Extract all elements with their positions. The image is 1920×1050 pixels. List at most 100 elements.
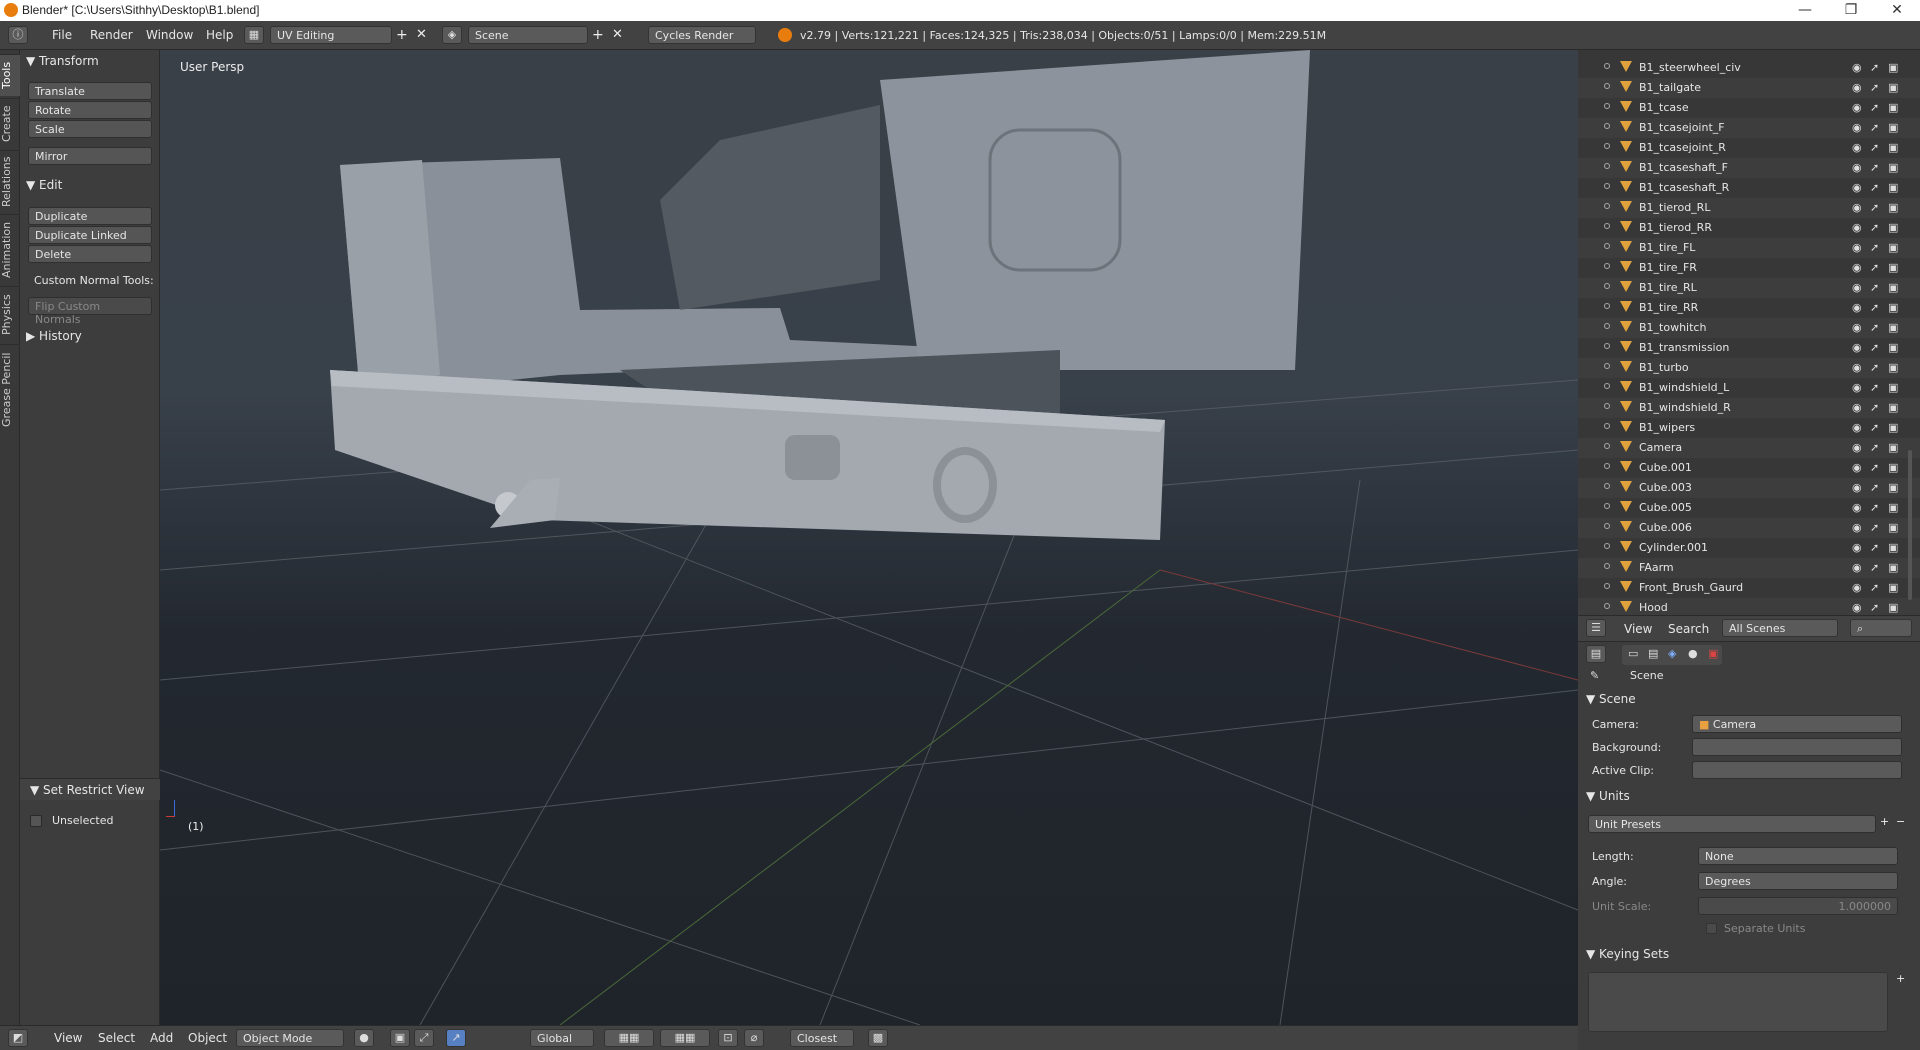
- unit-presets-dropdown[interactable]: Unit Presets: [1588, 815, 1876, 833]
- outliner-menu-view[interactable]: View: [1624, 622, 1652, 636]
- outliner-item[interactable]: B1_tcasejoint_R ◉ ➚ ▣: [1578, 138, 1920, 158]
- render-camera-icon[interactable]: ▣: [1888, 361, 1898, 374]
- separate-units-checkbox[interactable]: [1706, 923, 1717, 934]
- outliner-filter-dropdown[interactable]: All Scenes: [1722, 619, 1838, 637]
- menu-select[interactable]: Select: [98, 1031, 135, 1045]
- expand-toggle-icon[interactable]: [1604, 383, 1610, 389]
- visibility-eye-icon[interactable]: ◉: [1852, 541, 1862, 554]
- add-keying-set-button[interactable]: +: [1896, 972, 1905, 985]
- visibility-eye-icon[interactable]: ◉: [1852, 461, 1862, 474]
- expand-toggle-icon[interactable]: [1604, 203, 1610, 209]
- expand-toggle-icon[interactable]: [1604, 163, 1610, 169]
- expand-toggle-icon[interactable]: [1604, 83, 1610, 89]
- visibility-eye-icon[interactable]: ◉: [1852, 401, 1862, 414]
- layers-2-icon[interactable]: ▦▦: [660, 1029, 710, 1047]
- transform-panel-header[interactable]: ▼ Transform: [26, 54, 99, 68]
- render-camera-icon[interactable]: ▣: [1888, 541, 1898, 554]
- selectable-cursor-icon[interactable]: ➚: [1870, 461, 1879, 474]
- expand-toggle-icon[interactable]: [1604, 363, 1610, 369]
- visibility-eye-icon[interactable]: ◉: [1852, 281, 1862, 294]
- expand-toggle-icon[interactable]: [1604, 543, 1610, 549]
- outliner-item[interactable]: B1_tire_RR ◉ ➚ ▣: [1578, 298, 1920, 318]
- edit-panel-header[interactable]: ▼ Edit: [26, 178, 62, 192]
- tab-create[interactable]: Create: [0, 98, 20, 148]
- selectable-cursor-icon[interactable]: ➚: [1870, 341, 1879, 354]
- outliner-item[interactable]: B1_tailgate ◉ ➚ ▣: [1578, 78, 1920, 98]
- visibility-eye-icon[interactable]: ◉: [1852, 301, 1862, 314]
- outliner-item[interactable]: B1_turbo ◉ ➚ ▣: [1578, 358, 1920, 378]
- expand-toggle-icon[interactable]: [1604, 303, 1610, 309]
- object-tab-icon[interactable]: ▣: [1708, 647, 1718, 660]
- tab-relations[interactable]: Relations: [0, 150, 20, 212]
- outliner-item[interactable]: B1_windshield_L ◉ ➚ ▣: [1578, 378, 1920, 398]
- outliner-scrollbar[interactable]: [1908, 450, 1912, 600]
- opengl-render-icon[interactable]: ▩: [868, 1029, 888, 1047]
- render-camera-icon[interactable]: ▣: [1888, 161, 1898, 174]
- render-camera-icon[interactable]: ▣: [1888, 281, 1898, 294]
- units-panel-header[interactable]: ▼ Units: [1586, 789, 1912, 809]
- render-camera-icon[interactable]: ▣: [1888, 181, 1898, 194]
- render-camera-icon[interactable]: ▣: [1888, 321, 1898, 334]
- render-tab-icon[interactable]: ▭: [1628, 647, 1638, 660]
- selectable-cursor-icon[interactable]: ➚: [1870, 81, 1879, 94]
- outliner-item[interactable]: Front_Brush_Gaurd ◉ ➚ ▣: [1578, 578, 1920, 598]
- expand-toggle-icon[interactable]: [1604, 483, 1610, 489]
- camera-field[interactable]: ■ Camera: [1692, 715, 1902, 733]
- render-camera-icon[interactable]: ▣: [1888, 461, 1898, 474]
- render-camera-icon[interactable]: ▣: [1888, 581, 1898, 594]
- visibility-eye-icon[interactable]: ◉: [1852, 521, 1862, 534]
- outliner-item[interactable]: B1_steerwheel_civ ◉ ➚ ▣: [1578, 58, 1920, 78]
- editor-type-outliner-icon[interactable]: ☰: [1586, 619, 1606, 637]
- layers-tab-icon[interactable]: ▤: [1648, 647, 1658, 660]
- visibility-eye-icon[interactable]: ◉: [1852, 341, 1862, 354]
- render-camera-icon[interactable]: ▣: [1888, 481, 1898, 494]
- outliner-item[interactable]: B1_tcaseshaft_R ◉ ➚ ▣: [1578, 178, 1920, 198]
- selectable-cursor-icon[interactable]: ➚: [1870, 481, 1879, 494]
- selectable-cursor-icon[interactable]: ➚: [1870, 261, 1879, 274]
- outliner-item[interactable]: B1_tcase ◉ ➚ ▣: [1578, 98, 1920, 118]
- expand-toggle-icon[interactable]: [1604, 603, 1610, 609]
- expand-toggle-icon[interactable]: [1604, 263, 1610, 269]
- tab-grease-pencil[interactable]: Grease Pencil: [0, 344, 20, 434]
- outliner-item[interactable]: B1_tcaseshaft_F ◉ ➚ ▣: [1578, 158, 1920, 178]
- delete-screen-button[interactable]: ✕: [416, 27, 427, 42]
- expand-toggle-icon[interactable]: [1604, 423, 1610, 429]
- mode-dropdown[interactable]: Object Mode: [236, 1029, 344, 1047]
- visibility-eye-icon[interactable]: ◉: [1852, 361, 1862, 374]
- world-tab-icon[interactable]: ●: [1688, 647, 1698, 660]
- 3d-viewport[interactable]: User Persp (1): [160, 50, 1578, 1025]
- keying-sets-header[interactable]: ▼ Keying Sets: [1586, 947, 1912, 967]
- selectable-cursor-icon[interactable]: ➚: [1870, 441, 1879, 454]
- expand-toggle-icon[interactable]: [1604, 283, 1610, 289]
- render-camera-icon[interactable]: ▣: [1888, 141, 1898, 154]
- tab-animation[interactable]: Animation: [0, 214, 20, 284]
- outliner-search-field[interactable]: ⌕: [1850, 619, 1912, 637]
- outliner-item[interactable]: B1_tire_RL ◉ ➚ ▣: [1578, 278, 1920, 298]
- pivot-icon[interactable]: ▣: [390, 1029, 410, 1047]
- selectable-cursor-icon[interactable]: ➚: [1870, 361, 1879, 374]
- layers-icon[interactable]: ▦▦: [604, 1029, 654, 1047]
- visibility-eye-icon[interactable]: ◉: [1852, 161, 1862, 174]
- delete-button[interactable]: Delete: [28, 245, 152, 263]
- selectable-cursor-icon[interactable]: ➚: [1870, 401, 1879, 414]
- expand-toggle-icon[interactable]: [1604, 323, 1610, 329]
- visibility-eye-icon[interactable]: ◉: [1852, 221, 1862, 234]
- visibility-eye-icon[interactable]: ◉: [1852, 581, 1862, 594]
- render-camera-icon[interactable]: ▣: [1888, 301, 1898, 314]
- expand-toggle-icon[interactable]: [1604, 463, 1610, 469]
- render-camera-icon[interactable]: ▣: [1888, 261, 1898, 274]
- unselected-checkbox[interactable]: [30, 815, 42, 827]
- restrict-view-header[interactable]: ▼ Set Restrict View: [20, 778, 160, 800]
- expand-toggle-icon[interactable]: [1604, 443, 1610, 449]
- screen-layout-field[interactable]: UV Editing: [270, 26, 392, 44]
- selectable-cursor-icon[interactable]: ➚: [1870, 221, 1879, 234]
- expand-toggle-icon[interactable]: [1604, 183, 1610, 189]
- add-preset-button[interactable]: +: [1880, 815, 1889, 828]
- selectable-cursor-icon[interactable]: ➚: [1870, 201, 1879, 214]
- shading-icon[interactable]: ●: [354, 1029, 374, 1047]
- render-camera-icon[interactable]: ▣: [1888, 601, 1898, 614]
- visibility-eye-icon[interactable]: ◉: [1852, 121, 1862, 134]
- render-camera-icon[interactable]: ▣: [1888, 521, 1898, 534]
- editor-type-info-icon[interactable]: ⓘ: [8, 26, 28, 44]
- outliner-item[interactable]: Cube.006 ◉ ➚ ▣: [1578, 518, 1920, 538]
